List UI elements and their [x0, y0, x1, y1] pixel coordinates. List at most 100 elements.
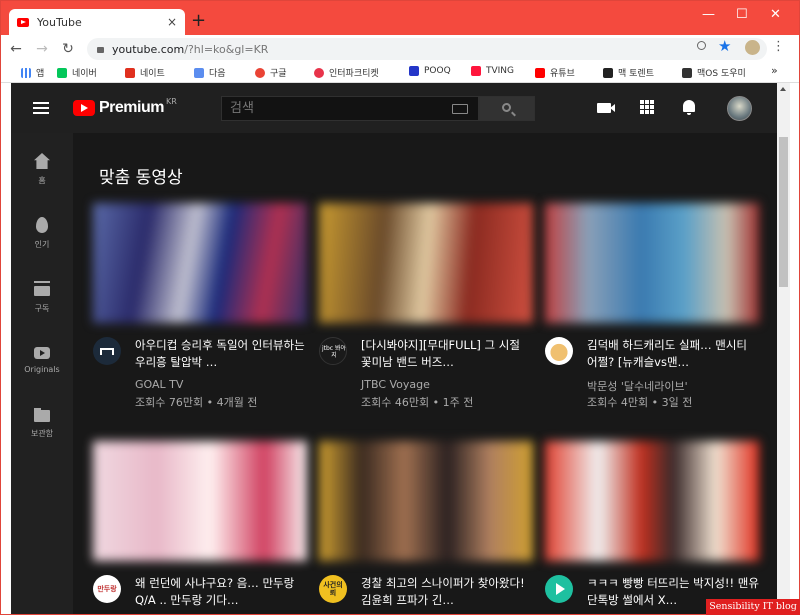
maximize-button[interactable]: ☐: [736, 7, 748, 22]
bookmark-pooq[interactable]: POOQ: [409, 66, 451, 76]
reload-button[interactable]: ↻: [57, 41, 79, 57]
back-button[interactable]: ←: [5, 41, 27, 57]
menu-icon[interactable]: [33, 102, 49, 114]
guide-item-library[interactable]: 보관함: [11, 408, 73, 439]
bookmark-google[interactable]: 구글: [255, 66, 287, 79]
bookmark-macos-helper[interactable]: 맥OS 도우미: [682, 66, 746, 79]
bookmark-apps[interactable]: 앱: [21, 66, 44, 79]
keyboard-icon[interactable]: [452, 104, 468, 114]
bookmark-naver[interactable]: 네이버: [57, 66, 97, 79]
video-title[interactable]: 경찰 최고의 스나이퍼가 찾아왔다! 김윤희 프파가 긴…: [361, 575, 533, 609]
bookmark-label: POOQ: [424, 66, 451, 76]
video-card[interactable]: 아우디컵 승리후 독일어 인터뷰하는 우리흥 탈압박 … GOAL TV 조회수…: [93, 203, 307, 409]
search-box[interactable]: [221, 96, 479, 121]
video-thumbnail[interactable]: [319, 441, 533, 561]
guide-item-subscriptions[interactable]: 구독: [11, 281, 73, 314]
bookmark-interpark[interactable]: 인터파크티켓: [314, 66, 379, 79]
bookmark-tving[interactable]: TVING: [471, 66, 514, 76]
guide-sidebar: 홈 인기 구독 Originals 보관함: [11, 133, 73, 614]
channel-avatar[interactable]: [545, 337, 573, 365]
bookmark-nate[interactable]: 네이트: [125, 66, 165, 79]
bookmark-label: 구글: [270, 69, 287, 79]
channel-avatar[interactable]: jtbc 봐야지: [319, 337, 347, 365]
video-title[interactable]: [다시봐야지][무대FULL] 그 시절 꽃미남 밴드 버즈…: [361, 337, 533, 371]
video-title[interactable]: 왜 런던에 사냐구요? 음… 만두랑 Q/A .. 만두랑 기다…: [135, 575, 307, 609]
url-host: youtube.com: [112, 42, 185, 56]
logo-text: Premium: [99, 99, 164, 116]
tving-icon: [471, 66, 481, 76]
youtube-logo-icon: [73, 100, 95, 116]
scrollbar-thumb[interactable]: [779, 137, 788, 287]
omnibox-bar: ← → ↻ youtube.com/?hl=ko&gl=KR ★ ⋮: [1, 35, 799, 63]
channel-name[interactable]: GOAL TV: [135, 378, 183, 391]
video-title[interactable]: 김덕배 하드캐리도 실패… 맨시티 어쩔? [뉴캐슬vs맨…: [587, 337, 759, 371]
masthead: Premium KR: [11, 83, 777, 133]
bookmark-label: 맥OS 도우미: [697, 69, 746, 79]
channel-avatar[interactable]: 사건의뢰: [319, 575, 347, 603]
tab-youtube[interactable]: YouTube ×: [9, 9, 185, 35]
heart-icon: [314, 67, 324, 78]
youtube-page: Premium KR 홈 인기: [11, 83, 777, 614]
bookmarks-overflow-button[interactable]: »: [771, 64, 778, 77]
zoom-icon[interactable]: [697, 41, 706, 50]
originals-icon: [34, 347, 50, 359]
bookmark-label: 인터파크티켓: [329, 69, 379, 79]
video-title[interactable]: 아우디컵 승리후 독일어 인터뷰하는 우리흥 탈압박 …: [135, 337, 307, 371]
notifications-icon[interactable]: [683, 100, 695, 115]
video-card[interactable]: 만두랑 왜 런던에 사냐구요? 음… 만두랑 Q/A .. 만두랑 기다…: [93, 441, 307, 614]
bookmark-mac-torrent[interactable]: 맥 토렌트: [603, 66, 654, 79]
search-input[interactable]: [222, 101, 442, 116]
video-thumbnail[interactable]: [93, 441, 307, 561]
close-window-button[interactable]: ✕: [770, 7, 781, 22]
guide-item-home[interactable]: 홈: [11, 153, 73, 186]
daum-icon: [194, 67, 204, 78]
section-title: 맞춤 동영상: [99, 168, 183, 188]
video-card[interactable]: 김덕배 하드캐리도 실패… 맨시티 어쩔? [뉴캐슬vs맨… 박문성 '달수네라…: [545, 203, 759, 409]
page-scrollbar[interactable]: [777, 83, 790, 614]
guide-item-originals[interactable]: Originals: [11, 347, 73, 374]
bookmark-label: 유튜브: [550, 69, 575, 79]
channel-avatar[interactable]: 만두랑: [93, 575, 121, 603]
video-thumbnail[interactable]: [545, 203, 759, 323]
youtube-premium-logo[interactable]: Premium KR: [73, 97, 177, 117]
bookmark-daum[interactable]: 다음: [194, 66, 226, 79]
minimize-button[interactable]: —: [702, 7, 715, 22]
channel-avatar-text: jtbc 봐야지: [321, 345, 347, 359]
video-thumbnail[interactable]: [545, 441, 759, 561]
tab-strip: YouTube × + — ☐ ✕: [1, 1, 799, 35]
subscriptions-icon: [34, 281, 50, 297]
channel-avatar-text: 만두랑: [97, 585, 117, 593]
video-thumbnail[interactable]: [93, 203, 307, 323]
video-card[interactable]: jtbc 봐야지 [다시봐야지][무대FULL] 그 시절 꽃미남 밴드 버즈……: [319, 203, 533, 409]
video-card[interactable]: ㅋㅋㅋ 빵빵 터뜨리는 박지성!! 맨유 단톡방 썰에서 X…: [545, 441, 759, 614]
naver-icon: [57, 67, 67, 78]
tab-close-icon[interactable]: ×: [167, 15, 177, 29]
account-avatar[interactable]: [727, 96, 752, 121]
forward-button[interactable]: →: [31, 41, 53, 57]
bookmarks-bar: 앱 네이버 네이트 다음 구글 인터파크티켓 POOQ TVING 유튜브 맥 …: [1, 63, 799, 83]
video-thumbnail[interactable]: [319, 203, 533, 323]
channel-name[interactable]: 박문성 '달수네라이브': [587, 378, 688, 394]
bookmark-label: 네이버: [72, 69, 97, 79]
create-video-icon[interactable]: [597, 103, 615, 113]
search-button[interactable]: [479, 96, 535, 121]
scroll-up-icon[interactable]: [780, 87, 786, 91]
url-path: /?hl=ko&gl=KR: [184, 42, 269, 56]
guide-item-trending[interactable]: 인기: [11, 217, 73, 250]
bookmark-star-icon[interactable]: ★: [718, 37, 731, 55]
apps-grid-icon: [21, 67, 31, 78]
address-bar[interactable]: youtube.com/?hl=ko&gl=KR: [87, 38, 767, 60]
google-icon: [255, 67, 265, 78]
new-tab-button[interactable]: +: [191, 12, 206, 30]
profile-avatar-icon[interactable]: [745, 40, 760, 55]
bookmark-label: 맥 토렌트: [618, 69, 654, 79]
channel-avatar[interactable]: [545, 575, 573, 603]
channel-avatar[interactable]: [93, 337, 121, 365]
bookmark-youtube[interactable]: 유튜브: [535, 66, 575, 79]
apps-icon[interactable]: [640, 100, 654, 114]
mac-torrent-icon: [603, 67, 613, 78]
video-card[interactable]: 사건의뢰 경찰 최고의 스나이퍼가 찾아왔다! 김윤희 프파가 긴…: [319, 441, 533, 614]
video-stats: 조회수 46만회 • 1주 전: [361, 396, 474, 409]
browser-menu-icon[interactable]: ⋮: [772, 39, 785, 54]
channel-name[interactable]: JTBC Voyage: [361, 378, 430, 391]
